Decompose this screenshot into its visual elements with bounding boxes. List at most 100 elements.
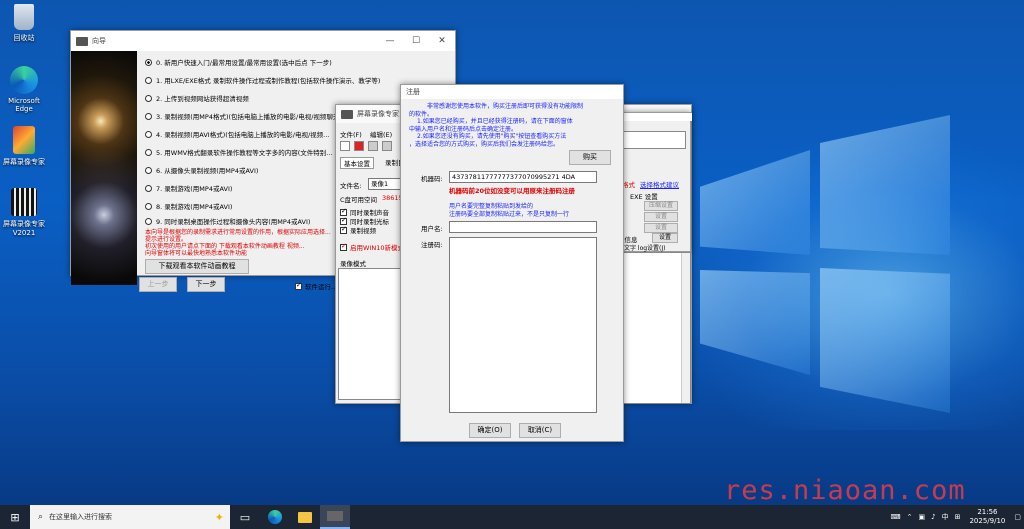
clock-time: 21:56 xyxy=(977,508,998,516)
desktop-icon-label: 屏幕录像专家 xyxy=(3,158,45,166)
machine-code-field[interactable]: 43737811777777377070995271 4DA xyxy=(449,171,597,183)
ime-mode-icon[interactable]: ⊞ xyxy=(952,513,964,521)
register-titlebar[interactable]: 注册 xyxy=(401,85,623,99)
desktop-icon-recorder[interactable]: 屏幕录像专家 xyxy=(0,126,54,167)
autorun-checkbox[interactable]: 软件运行... xyxy=(295,281,337,291)
next-button[interactable]: 下一步 xyxy=(187,277,225,292)
wizard-option[interactable]: 5. 用WMV格式翻录软件操作教程等文字多的内容(文件特别... xyxy=(145,147,332,157)
desktop-icon-label: 屏幕录像专家 V2021 xyxy=(3,220,45,237)
radio-icon xyxy=(145,218,152,225)
format-advice-link[interactable]: 选择格式建议 xyxy=(640,179,679,189)
wizard-title: 向导 xyxy=(92,37,106,45)
cancel-button[interactable]: 取消(C) xyxy=(519,423,561,438)
galaxy-image xyxy=(71,51,137,285)
register-dialog: 注册 非常感谢您使用本软件，购买注册后即可获得没有功能限制 的软件。 1.如果您… xyxy=(400,84,624,442)
radio-icon xyxy=(145,113,152,120)
settings-box xyxy=(616,131,686,149)
compress-setting-button[interactable]: 压缩设置 xyxy=(644,201,678,211)
filename-input[interactable]: 录像1 xyxy=(368,178,402,190)
radio-icon xyxy=(145,167,152,174)
app-icon xyxy=(341,109,353,119)
new-icon[interactable] xyxy=(340,141,350,151)
wizard-option[interactable]: 8. 录制游戏(用MP4或AVI) xyxy=(145,201,232,211)
disk-label: C盘可用空间 xyxy=(340,196,378,204)
wizard-option[interactable]: 6. 从摄像头录制视频(用MP4或AVI) xyxy=(145,165,258,175)
task-view-icon[interactable]: ▭ xyxy=(230,505,260,529)
volume-icon[interactable]: ♪ xyxy=(928,513,938,521)
mode-label: 录像模式 xyxy=(340,260,366,268)
menu-file[interactable]: 文件(F) xyxy=(340,129,362,139)
system-tray: ⌨ ⌃ ▣ ♪ 中 ⊞ 21:56 2025/9/10 ▢ xyxy=(888,505,1024,529)
setting-button[interactable]: 设置 xyxy=(644,223,678,233)
recorder-icon xyxy=(13,126,35,154)
start-icon[interactable]: ⊞ xyxy=(0,505,30,529)
search-box[interactable]: ⌕ 在这里输入进行搜索 ✦ xyxy=(30,505,230,529)
register-message: 非常感谢您使用本软件，购买注册后即可获得没有功能限制 的软件。 1.如果您已经购… xyxy=(409,103,584,148)
username-input[interactable] xyxy=(449,221,597,233)
film-icon xyxy=(11,188,37,216)
edge-icon xyxy=(10,66,38,94)
video-checkbox[interactable]: 录制视频 xyxy=(340,225,376,235)
radio-icon xyxy=(145,203,152,210)
checkbox-icon xyxy=(340,216,347,225)
checkbox-icon xyxy=(295,281,302,290)
radio-icon xyxy=(145,149,152,156)
desktop-icon-label: 回收站 xyxy=(13,34,35,42)
scrollbar[interactable] xyxy=(681,253,690,403)
checkbox-icon xyxy=(340,225,347,234)
notification-icon[interactable]: ▢ xyxy=(1011,513,1024,521)
tab-basic[interactable]: 基本设置 xyxy=(340,157,374,169)
network-icon[interactable]: ▣ xyxy=(916,513,929,521)
info-setting-button[interactable]: 设置 xyxy=(652,233,678,243)
radio-icon xyxy=(145,59,152,66)
stop-icon[interactable] xyxy=(382,141,392,151)
info-line: 注册码要全部复制粘贴过来，不是只复制一行 xyxy=(449,211,570,218)
win10-checkbox[interactable]: 启用WIN10新模式 xyxy=(340,242,404,252)
desktop-icon-label: Microsoft Edge xyxy=(8,97,40,113)
desktop-icon-edge[interactable]: Microsoft Edge xyxy=(0,66,54,113)
wizard-option[interactable]: 7. 录制游戏(用MP4或AVI) xyxy=(145,183,232,193)
tutorial-button[interactable]: 下载观看本软件动画教程 xyxy=(145,259,249,274)
folder-icon[interactable] xyxy=(290,505,320,529)
prev-button[interactable]: 上一步 xyxy=(139,277,177,292)
keyboard-icon[interactable]: ⌨ xyxy=(888,513,904,521)
record-icon[interactable] xyxy=(354,141,364,151)
ok-button[interactable]: 确定(O) xyxy=(469,423,511,438)
clock[interactable]: 21:56 2025/9/10 xyxy=(963,508,1011,526)
wizard-option[interactable]: 4. 录制视频(用AVI格式)(包括电脑上播放的电影/电视/视频... xyxy=(145,129,329,139)
wizard-option[interactable]: 0. 新用户快速入门/最常用设置/最常用设置(选中后点 下一步) xyxy=(145,57,332,67)
wizard-titlebar[interactable]: 向导 — ☐ ✕ xyxy=(71,31,455,51)
wizard-option[interactable]: 1. 用LXE/EXE格式 录制软件操作过程或制作教程(包括软件操作演示、教学等… xyxy=(145,75,380,85)
username-label: 用户名: xyxy=(421,225,443,233)
log-setting[interactable]: 叔文字 log设置(J) xyxy=(618,243,666,252)
menu-edit[interactable]: 编辑(E) xyxy=(370,129,392,139)
desktop-icon-recorder-2021[interactable]: 屏幕录像专家 V2021 xyxy=(0,188,54,237)
wizard-option[interactable]: 2. 上传到视频网站获得超清视频 xyxy=(145,93,249,103)
radio-icon xyxy=(145,131,152,138)
setting-button[interactable]: 设置 xyxy=(644,212,678,222)
minimize-icon[interactable]: — xyxy=(377,31,403,51)
ime-indicator[interactable]: 中 xyxy=(939,512,952,522)
desktop: 回收站 Microsoft Edge 屏幕录像专家 屏幕录像专家 V2021 r… xyxy=(0,0,1024,505)
regcode-input[interactable] xyxy=(449,237,597,413)
app-icon xyxy=(76,36,88,46)
maximize-icon[interactable]: ☐ xyxy=(403,31,429,51)
wizard-option[interactable]: 9. 同时录制桌面操作过程和摄像头内容(用MP4或AVI) xyxy=(145,216,310,226)
desktop-icon-recycle-bin[interactable]: 回收站 xyxy=(0,4,54,43)
exe-setting[interactable]: EXE 设置 xyxy=(630,191,658,201)
close-icon[interactable]: ✕ xyxy=(429,31,455,51)
buy-button[interactable]: 购买 xyxy=(569,150,611,165)
pause-icon[interactable] xyxy=(368,141,378,151)
checkbox-icon xyxy=(340,242,347,251)
register-title: 注册 xyxy=(406,88,420,96)
filename-label: 文件名: xyxy=(340,182,362,190)
radio-icon xyxy=(145,77,152,84)
recycle-bin-icon xyxy=(14,4,34,30)
sparkle-icon: ✦ xyxy=(214,510,224,524)
machine-code-label: 机器码: xyxy=(421,175,443,183)
recorder-taskbar-icon[interactable] xyxy=(320,505,350,529)
chevron-up-icon[interactable]: ⌃ xyxy=(904,513,916,521)
machine-code-warning: 机器码前20位如没变可以用原来注册码注册 xyxy=(449,187,576,195)
edge-taskbar-icon[interactable] xyxy=(260,505,290,529)
regcode-label: 注册码: xyxy=(421,241,443,249)
